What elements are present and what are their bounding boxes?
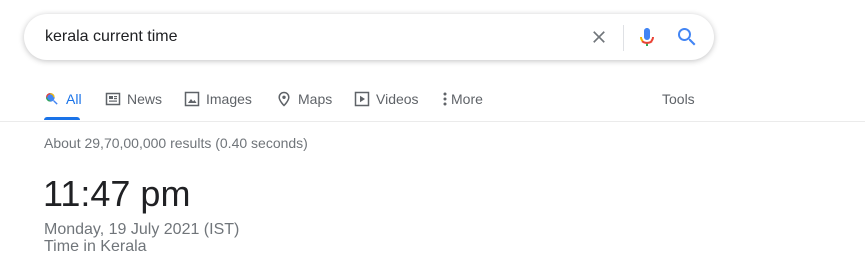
map-pin-icon [276,91,292,107]
search-icon [44,91,60,107]
tab-videos[interactable]: Videos [354,78,419,120]
tab-all[interactable]: All [44,78,82,120]
tab-images[interactable]: Images [184,78,252,120]
newspaper-icon [105,91,121,107]
search-box [24,14,714,60]
tab-more[interactable]: More [441,78,483,120]
search-box-divider [623,25,624,51]
close-icon[interactable] [587,25,611,49]
time-location: Time in Kerala [44,238,147,255]
tools-button[interactable]: Tools [662,78,695,120]
tab-more-label: More [451,91,483,107]
tab-news[interactable]: News [105,78,162,120]
tools-label: Tools [662,91,695,107]
more-vert-icon [441,91,449,107]
tabs-divider [0,121,865,122]
search-icon[interactable] [675,25,699,49]
search-results-page: All News Images [0,0,865,265]
tab-news-label: News [127,91,163,107]
play-icon [354,91,370,107]
current-time: 11:47 pm [43,173,191,214]
tab-maps[interactable]: Maps [276,78,332,120]
current-date: Monday, 19 July 2021 (IST) [44,221,240,238]
tab-all-label: All [66,91,82,107]
image-icon [184,91,200,107]
tab-images-label: Images [206,91,252,107]
result-stats: About 29,70,00,000 results (0.40 seconds… [44,135,308,151]
search-input[interactable] [45,15,565,59]
tab-videos-label: Videos [376,91,419,107]
microphone-icon[interactable] [635,25,659,49]
active-tab-indicator [44,117,80,120]
search-tabs: All News Images Maps Videos More Tools [0,78,865,122]
tab-maps-label: Maps [298,91,333,107]
